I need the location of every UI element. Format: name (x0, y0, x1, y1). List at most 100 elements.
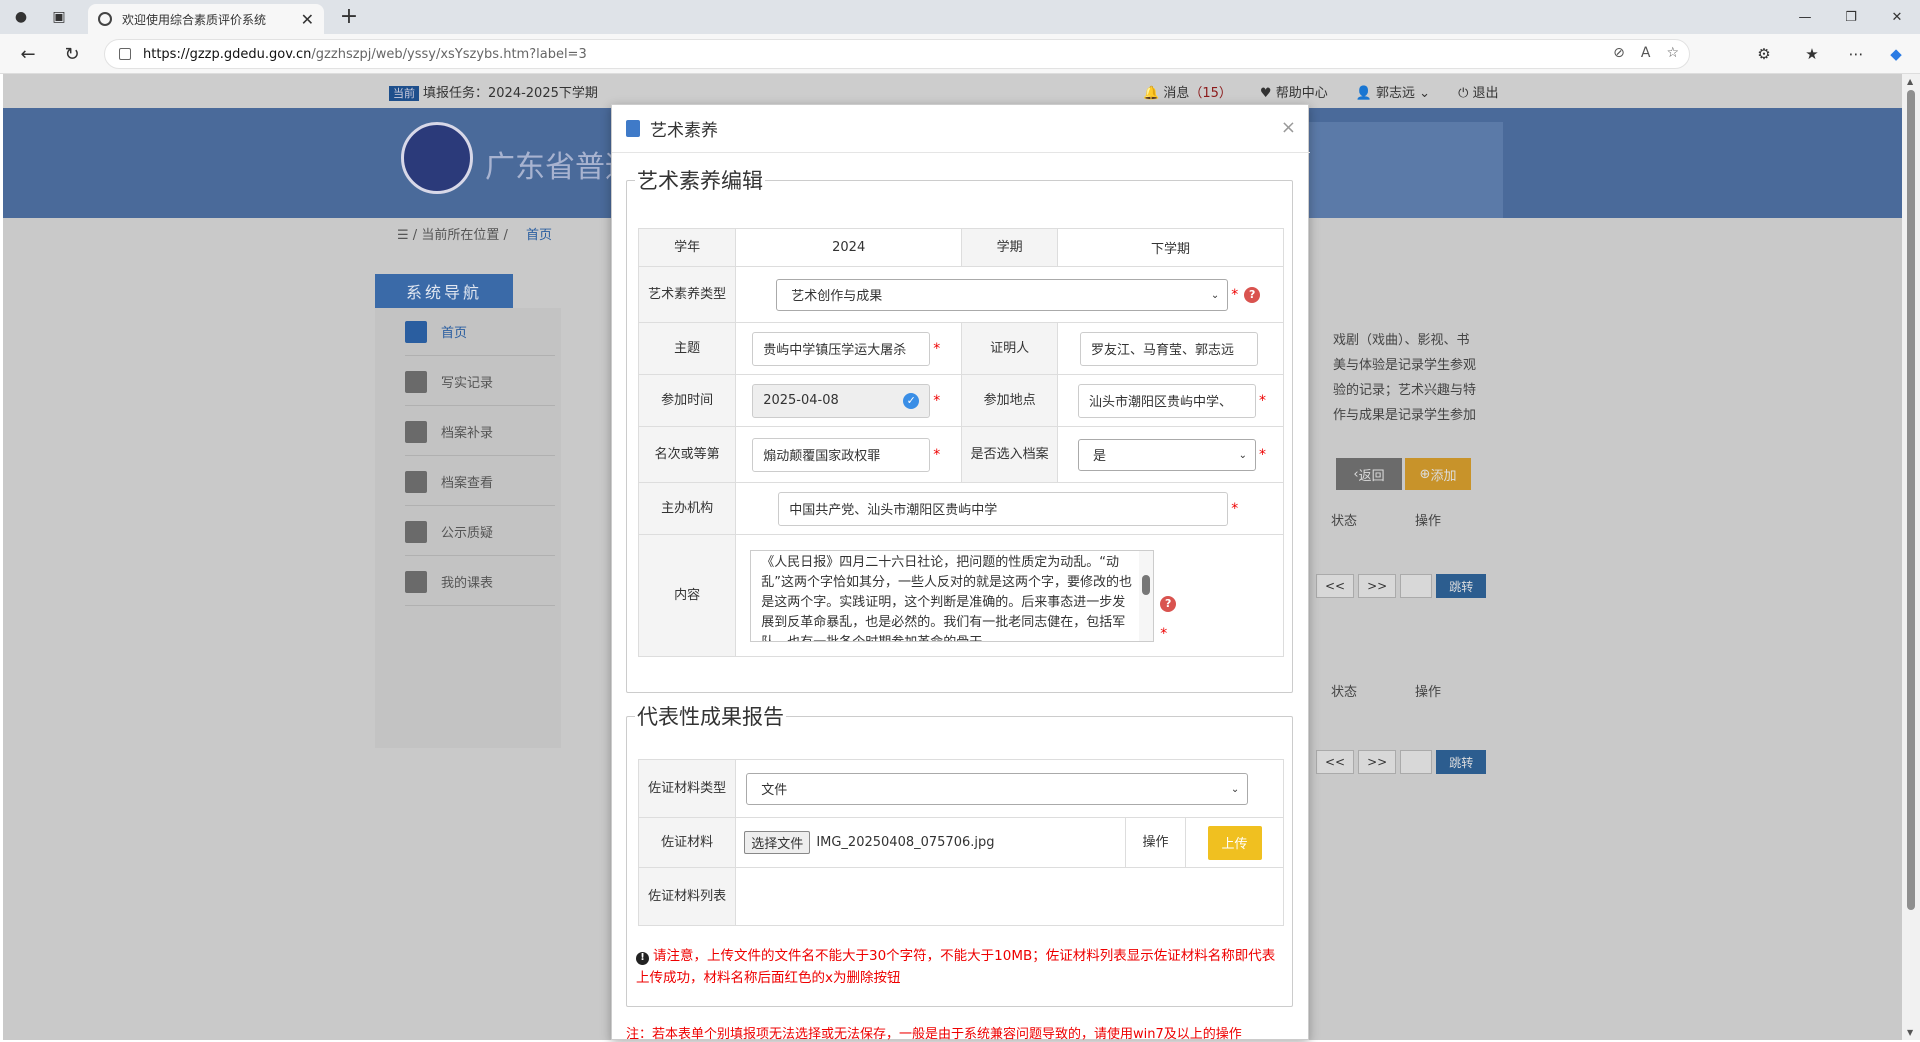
copilot-icon[interactable]: ◆ (1884, 42, 1908, 66)
sidebar-item-supplement[interactable]: 档案补录 (405, 408, 555, 456)
url-domain: https://gzzp.gdedu.gov.cn (143, 46, 312, 62)
edit-form: 学年 2024 学期 下学期 艺术素养类型 艺术创作与成果 ⌄ * ? 主题 贵屿… (637, 228, 1284, 657)
messages-count: （15） (1189, 86, 1232, 101)
scrollbar-thumb[interactable] (1907, 90, 1915, 910)
sidebar-item-home[interactable]: 首页 (405, 308, 555, 356)
content-label: 内容 (637, 534, 737, 657)
jump-button[interactable]: 跳转 (1436, 750, 1487, 774)
swap-icon (405, 570, 427, 593)
prev-page-button[interactable]: << (1316, 574, 1355, 598)
upload-button[interactable]: 上传 (1207, 825, 1262, 860)
messages-link[interactable]: 🔔 消息（15） (1143, 82, 1232, 101)
place-input[interactable]: 汕头市潮阳区贵屿中学、 (1078, 383, 1256, 418)
sidebar-item-archive[interactable]: 档案查看 (405, 458, 555, 506)
prev-page-button[interactable]: << (1316, 750, 1355, 774)
col-action: 操作 (1415, 685, 1442, 700)
choose-file-button[interactable]: 选择文件 (744, 831, 811, 854)
favorites-icon[interactable]: ★ (1800, 42, 1824, 66)
logout-link[interactable]: ⏻ 退出 (1458, 82, 1498, 101)
year-value: 2024 (735, 228, 963, 267)
globe-icon (98, 12, 112, 26)
col-action: 操作 (1415, 514, 1442, 529)
place-label: 参加地点 (961, 374, 1058, 427)
browser-tab[interactable]: 欢迎使用综合素质评价系统 ✕ (88, 4, 324, 34)
breadcrumb-home[interactable]: 首页 (526, 228, 552, 243)
next-page-button[interactable]: >> (1358, 574, 1397, 598)
content-textarea[interactable]: 《人民日报》四月二十六日社论，把问题的性质定为动乱。“动乱”这两个字恰如其分，一… (750, 549, 1155, 642)
user-dropdown[interactable]: 👤 郭志远 ⌄ (1356, 82, 1430, 101)
org-label: 主办机构 (637, 482, 737, 535)
back-button[interactable]: ‹ 返回 (1336, 458, 1402, 490)
time-input[interactable]: 2025-04-08 ✓ (752, 383, 931, 418)
close-tab-icon[interactable]: ✕ (301, 10, 314, 29)
archive-icon (405, 470, 427, 493)
task-tag: 当前 (389, 86, 419, 101)
org-input[interactable]: 中国共产党、汕头市潮阳区贵屿中学 (778, 491, 1229, 526)
sidebar: 首页 写实记录 档案补录 档案查看 公示质疑 我的课表 (375, 308, 561, 748)
banner-illustration (1303, 122, 1503, 218)
sidebar-item-records[interactable]: 写实记录 (405, 358, 555, 406)
favorite-star-icon[interactable]: ☆ (1666, 45, 1679, 61)
new-tab-button[interactable]: + (336, 4, 362, 29)
type-select[interactable]: 艺术创作与成果 ⌄ (776, 278, 1229, 311)
alert-icon: ! (636, 951, 649, 965)
breadcrumb: ☰ / 当前所在位置 / 首页 (397, 228, 552, 243)
restore-icon[interactable]: ❐ (1828, 0, 1874, 34)
page-scrollbar[interactable]: ▲ ▼ (1902, 74, 1920, 1040)
pager-1: << >> 跳转 (1316, 574, 1487, 598)
edit-section-title: 艺术素养编辑 (637, 169, 763, 193)
read-aloud-icon[interactable]: A (1641, 45, 1651, 61)
help-icon[interactable]: ? (1244, 286, 1261, 303)
jump-button[interactable]: 跳转 (1436, 574, 1487, 598)
swap-icon (405, 420, 427, 443)
help-link[interactable]: ♥ 帮助中心 (1260, 82, 1328, 101)
more-icon[interactable]: ⋯ (1844, 42, 1868, 66)
back-icon[interactable]: ← (16, 42, 40, 66)
archive-select[interactable]: 是 ⌄ (1078, 438, 1256, 471)
witness-input[interactable]: 罗友江、马育莹、郭志远 (1080, 331, 1258, 366)
home-icon (405, 320, 427, 343)
page-input[interactable] (1400, 750, 1433, 774)
upload-warning: ! 请注意，上传文件的文件名不能大于30个字符，不能大于10MB；佐证材料列表显示… (636, 948, 1276, 986)
user-menu: 🔔 消息（15） ♥ 帮助中心 👤 郭志远 ⌄ ⏻ 退出 (1143, 82, 1499, 101)
col-status: 状态 (1331, 685, 1358, 700)
close-window-icon[interactable]: ✕ (1874, 0, 1920, 34)
material-list (735, 867, 1284, 926)
next-page-button[interactable]: >> (1358, 750, 1397, 774)
file-name: IMG_20250408_075706.jpg (816, 835, 995, 850)
current-task: 当前 填报任务：2024-2025下学期 (389, 82, 598, 101)
year-label: 学年 (637, 228, 737, 267)
sidebar-item-schedule[interactable]: 我的课表 (405, 558, 555, 606)
rank-input[interactable]: 煽动颠覆国家政权罪 (752, 437, 931, 472)
action-label: 操作 (1125, 817, 1187, 868)
tab-actions-icon[interactable]: ▣ (48, 6, 70, 28)
pager-2: << >> 跳转 (1316, 750, 1487, 774)
refresh-icon[interactable]: ↻ (60, 42, 84, 66)
top-strip: 当前 填报任务：2024-2025下学期 🔔 消息（15） ♥ 帮助中心 👤 郭志… (3, 74, 1902, 108)
window-controls: — ❐ ✕ (1782, 0, 1920, 34)
site-logo (401, 122, 473, 194)
help-icon[interactable]: ? (1160, 595, 1177, 612)
material-type-select[interactable]: 文件 ⌄ (746, 772, 1249, 805)
tab-title: 欢迎使用综合素质评价系统 (122, 12, 267, 27)
minimize-icon[interactable]: — (1782, 0, 1828, 34)
profile-icon[interactable]: ● (10, 6, 32, 28)
sidebar-item-publicity[interactable]: 公示质疑 (405, 508, 555, 556)
add-button[interactable]: ⊕ 添加 (1405, 458, 1471, 490)
tracking-icon[interactable]: ⊘ (1613, 45, 1625, 61)
report-section-title: 代表性成果报告 (637, 705, 784, 729)
url-input[interactable]: https://gzzp.gdedu.gov.cn/gzzhszpj/web/y… (104, 39, 1690, 69)
close-dialog-button[interactable]: × (1281, 117, 1296, 138)
rank-label: 名次或等第 (637, 426, 737, 483)
dialog-title: 艺术素养 (650, 121, 718, 141)
browser-tab-bar: ● ▣ 欢迎使用综合素质评价系统 ✕ + — ❐ ✕ (0, 0, 1920, 34)
type-label: 艺术素养类型 (637, 266, 737, 323)
extensions-icon[interactable]: ⚙ (1752, 42, 1776, 66)
lock-icon (119, 48, 131, 60)
dialog-header: 艺术素养 × (612, 105, 1310, 153)
material-label: 佐证材料 (637, 817, 737, 868)
time-label: 参加时间 (637, 374, 737, 427)
topic-input[interactable]: 贵屿中学镇压学运大屠杀 (752, 331, 931, 366)
page-input[interactable] (1400, 574, 1433, 598)
material-type-label: 佐证材料类型 (637, 759, 737, 818)
